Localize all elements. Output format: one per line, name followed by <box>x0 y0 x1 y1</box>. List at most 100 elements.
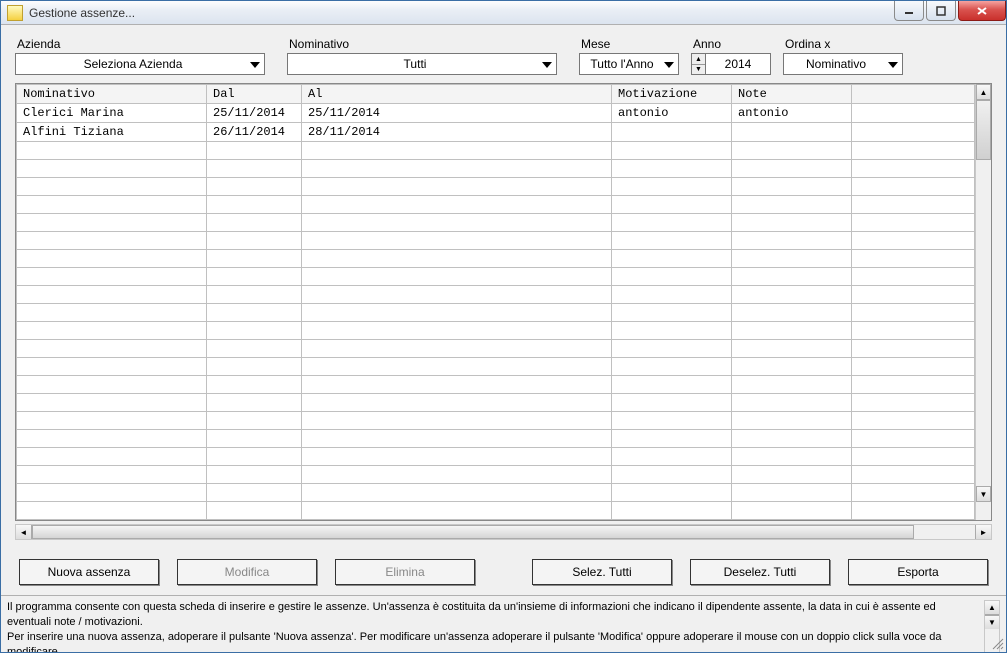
cell-extra[interactable] <box>852 448 975 466</box>
table-row[interactable] <box>17 304 975 322</box>
cell-motivazione[interactable] <box>612 178 732 196</box>
cell-extra[interactable] <box>852 268 975 286</box>
cell-dal[interactable] <box>207 376 302 394</box>
cell-extra[interactable] <box>852 322 975 340</box>
cell-nominativo[interactable] <box>17 286 207 304</box>
combo-mese[interactable]: Tutto l'Anno <box>579 53 679 75</box>
cell-motivazione[interactable] <box>612 123 732 142</box>
hscroll-thumb[interactable] <box>32 525 914 539</box>
cell-nominativo[interactable] <box>17 178 207 196</box>
cell-motivazione[interactable] <box>612 430 732 448</box>
cell-dal[interactable] <box>207 502 302 520</box>
cell-nominativo[interactable] <box>17 340 207 358</box>
cell-motivazione[interactable] <box>612 502 732 520</box>
cell-note[interactable] <box>732 250 852 268</box>
table-row[interactable] <box>17 142 975 160</box>
cell-al[interactable] <box>302 412 612 430</box>
absence-grid[interactable]: Nominativo Dal Al Motivazione Note Cleri… <box>16 84 975 520</box>
modifica-button[interactable]: Modifica <box>177 559 317 585</box>
cell-extra[interactable] <box>852 104 975 123</box>
table-row[interactable] <box>17 286 975 304</box>
cell-nominativo[interactable] <box>17 502 207 520</box>
cell-nominativo[interactable] <box>17 304 207 322</box>
col-dal[interactable]: Dal <box>207 85 302 104</box>
cell-note[interactable] <box>732 466 852 484</box>
cell-motivazione[interactable] <box>612 142 732 160</box>
cell-motivazione[interactable] <box>612 484 732 502</box>
cell-motivazione[interactable] <box>612 304 732 322</box>
cell-dal[interactable] <box>207 430 302 448</box>
table-row[interactable] <box>17 196 975 214</box>
cell-extra[interactable] <box>852 340 975 358</box>
cell-dal[interactable]: 25/11/2014 <box>207 104 302 123</box>
cell-dal[interactable] <box>207 340 302 358</box>
table-row[interactable] <box>17 448 975 466</box>
table-row[interactable] <box>17 412 975 430</box>
table-row[interactable] <box>17 322 975 340</box>
cell-dal[interactable] <box>207 142 302 160</box>
table-row[interactable] <box>17 358 975 376</box>
cell-note[interactable] <box>732 430 852 448</box>
hscroll-track[interactable] <box>32 525 991 539</box>
cell-extra[interactable] <box>852 286 975 304</box>
cell-nominativo[interactable] <box>17 394 207 412</box>
cell-extra[interactable] <box>852 412 975 430</box>
cell-note[interactable] <box>732 412 852 430</box>
cell-note[interactable] <box>732 358 852 376</box>
table-row[interactable] <box>17 376 975 394</box>
cell-extra[interactable] <box>852 430 975 448</box>
cell-al[interactable] <box>302 502 612 520</box>
vertical-scrollbar[interactable]: ▲ ▼ <box>975 84 991 520</box>
cell-al[interactable] <box>302 322 612 340</box>
table-row[interactable] <box>17 340 975 358</box>
cell-dal[interactable]: 26/11/2014 <box>207 123 302 142</box>
cell-motivazione[interactable] <box>612 358 732 376</box>
cell-dal[interactable] <box>207 358 302 376</box>
cell-motivazione[interactable] <box>612 196 732 214</box>
esporta-button[interactable]: Esporta <box>848 559 988 585</box>
combo-nominativo[interactable]: Tutti <box>287 53 557 75</box>
nuova-assenza-button[interactable]: Nuova assenza <box>19 559 159 585</box>
table-row[interactable] <box>17 178 975 196</box>
table-row[interactable] <box>17 502 975 520</box>
col-nominativo[interactable]: Nominativo <box>17 85 207 104</box>
combo-azienda[interactable]: Seleziona Azienda <box>15 53 265 75</box>
cell-al[interactable] <box>302 358 612 376</box>
cell-dal[interactable] <box>207 286 302 304</box>
combo-ordina[interactable]: Nominativo <box>783 53 903 75</box>
cell-motivazione[interactable] <box>612 412 732 430</box>
cell-note[interactable] <box>732 178 852 196</box>
cell-note[interactable] <box>732 268 852 286</box>
cell-note[interactable] <box>732 214 852 232</box>
maximize-button[interactable] <box>926 1 956 21</box>
table-row[interactable] <box>17 484 975 502</box>
cell-dal[interactable] <box>207 268 302 286</box>
table-row[interactable]: Clerici Marina25/11/201425/11/2014antoni… <box>17 104 975 123</box>
cell-al[interactable] <box>302 376 612 394</box>
cell-al[interactable] <box>302 160 612 178</box>
cell-al[interactable]: 25/11/2014 <box>302 104 612 123</box>
anno-input[interactable]: 2014 <box>705 53 771 75</box>
cell-motivazione[interactable] <box>612 466 732 484</box>
cell-nominativo[interactable] <box>17 412 207 430</box>
cell-dal[interactable] <box>207 304 302 322</box>
cell-dal[interactable] <box>207 178 302 196</box>
cell-note[interactable] <box>732 304 852 322</box>
cell-dal[interactable] <box>207 196 302 214</box>
cell-al[interactable] <box>302 466 612 484</box>
cell-dal[interactable] <box>207 394 302 412</box>
cell-motivazione[interactable] <box>612 286 732 304</box>
cell-motivazione[interactable] <box>612 250 732 268</box>
cell-extra[interactable] <box>852 376 975 394</box>
close-button[interactable] <box>958 1 1006 21</box>
help-scroll-up-icon[interactable]: ▲ <box>985 601 999 615</box>
cell-nominativo[interactable] <box>17 160 207 178</box>
anno-spinner[interactable]: ▲ ▼ <box>691 53 705 75</box>
scroll-left-icon[interactable]: ◄ <box>16 525 32 539</box>
cell-al[interactable]: 28/11/2014 <box>302 123 612 142</box>
cell-dal[interactable] <box>207 322 302 340</box>
cell-extra[interactable] <box>852 232 975 250</box>
cell-extra[interactable] <box>852 196 975 214</box>
table-row[interactable]: Alfini Tiziana26/11/201428/11/2014 <box>17 123 975 142</box>
cell-nominativo[interactable] <box>17 358 207 376</box>
